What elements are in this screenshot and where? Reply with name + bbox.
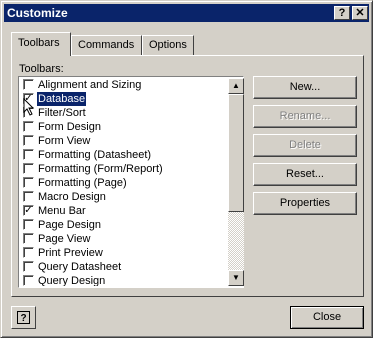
tab-options[interactable]: Options [142, 35, 194, 55]
scroll-thumb[interactable] [228, 94, 244, 212]
tab-commands[interactable]: Commands [71, 35, 142, 55]
list-scrollbar[interactable]: ▲ ▼ [228, 78, 244, 286]
toolbar-item-label: Menu Bar [38, 205, 86, 217]
toolbar-item-label: Filter/Sort [38, 107, 86, 119]
toolbar-checkbox[interactable] [23, 261, 34, 272]
toolbar-item-label: Page View [38, 233, 91, 245]
toolbar-list-item[interactable]: ✓ Menu Bar [20, 204, 228, 218]
tab-toolbars[interactable]: Toolbars [11, 32, 71, 56]
toolbar-item-label: Query Datasheet [38, 261, 122, 273]
toolbar-item-label: Print Preview [38, 247, 103, 259]
scroll-down-button[interactable]: ▼ [228, 270, 244, 286]
tab-commands-label: Commands [78, 39, 135, 51]
toolbar-item-label: Alignment and Sizing [38, 79, 142, 91]
toolbar-list-item[interactable]: Formatting (Datasheet) [20, 148, 228, 162]
toolbar-list-item[interactable]: Print Preview [20, 246, 228, 260]
toolbar-list-item[interactable]: Query Design [20, 274, 228, 286]
toolbar-list-item[interactable]: Alignment and Sizing [20, 78, 228, 92]
toolbar-checkbox[interactable] [23, 191, 34, 202]
toolbar-item-label: Query Design [38, 275, 106, 286]
toolbar-item-label: Formatting (Datasheet) [38, 149, 152, 161]
arrow-down-icon: ▼ [232, 273, 240, 282]
toolbar-item-label: Formatting (Form/Report) [38, 163, 163, 175]
toolbar-item-label: Form Design [38, 121, 101, 133]
toolbar-checkbox[interactable] [23, 79, 34, 90]
arrow-up-icon: ▲ [232, 81, 240, 90]
toolbar-list-item[interactable]: Formatting (Page) [20, 176, 228, 190]
checkmark-icon: ✓ [24, 205, 33, 216]
new-button[interactable]: New... [253, 76, 357, 99]
toolbars-listbox[interactable]: Alignment and Sizing ✓ Database Filter/Sort… [18, 76, 244, 288]
toolbar-item-label: Form View [38, 135, 91, 147]
toolbar-checkbox[interactable] [23, 233, 34, 244]
toolbar-checkbox[interactable] [23, 219, 34, 230]
dialog-title: Customize [7, 6, 68, 20]
title-bar: Customize ? ✕ [4, 4, 369, 22]
title-help-button[interactable]: ? [334, 6, 350, 20]
toolbars-list-label: Toolbars: [19, 63, 64, 75]
title-close-button[interactable]: ✕ [352, 6, 368, 20]
toolbar-checkbox[interactable] [23, 149, 34, 160]
toolbar-list-item[interactable]: Query Datasheet [20, 260, 228, 274]
rename-button[interactable]: Rename... [253, 105, 357, 128]
toolbars-list-items: Alignment and Sizing ✓ Database Filter/Sort… [20, 78, 228, 286]
mouse-cursor-icon [23, 98, 35, 116]
tab-options-label: Options [149, 39, 187, 51]
toolbar-list-item[interactable]: Page Design [20, 218, 228, 232]
properties-button[interactable]: Properties [253, 192, 357, 215]
help-question-icon: ? [17, 311, 30, 324]
toolbar-item-label: Macro Design [38, 191, 106, 203]
toolbar-list-item[interactable]: ✓ Database [20, 92, 228, 106]
toolbar-list-item[interactable]: Form View [20, 134, 228, 148]
close-button[interactable]: Close [290, 306, 364, 329]
reset-button[interactable]: Reset... [253, 163, 357, 186]
toolbar-list-item[interactable]: Filter/Sort [20, 106, 228, 120]
help-button[interactable]: ? [11, 306, 36, 329]
toolbar-checkbox[interactable] [23, 121, 34, 132]
toolbar-checkbox[interactable] [23, 135, 34, 146]
toolbar-checkbox[interactable] [23, 247, 34, 258]
toolbar-list-item[interactable]: Formatting (Form/Report) [20, 162, 228, 176]
delete-button[interactable]: Delete [253, 134, 357, 157]
toolbar-list-item[interactable]: Macro Design [20, 190, 228, 204]
toolbar-checkbox[interactable] [23, 163, 34, 174]
toolbar-item-label: Page Design [38, 219, 101, 231]
toolbar-list-item[interactable]: Form Design [20, 120, 228, 134]
toolbar-item-label: Formatting (Page) [38, 177, 127, 189]
toolbar-checkbox[interactable] [23, 275, 34, 286]
toolbar-checkbox[interactable]: ✓ [23, 205, 34, 216]
toolbar-item-label: Database [37, 92, 87, 106]
scroll-up-button[interactable]: ▲ [228, 78, 244, 94]
customize-dialog: Customize ? ✕ Toolbars Commands Options … [0, 0, 373, 338]
tab-toolbars-label: Toolbars [18, 37, 60, 49]
toolbar-checkbox[interactable] [23, 177, 34, 188]
toolbar-list-item[interactable]: Page View [20, 232, 228, 246]
